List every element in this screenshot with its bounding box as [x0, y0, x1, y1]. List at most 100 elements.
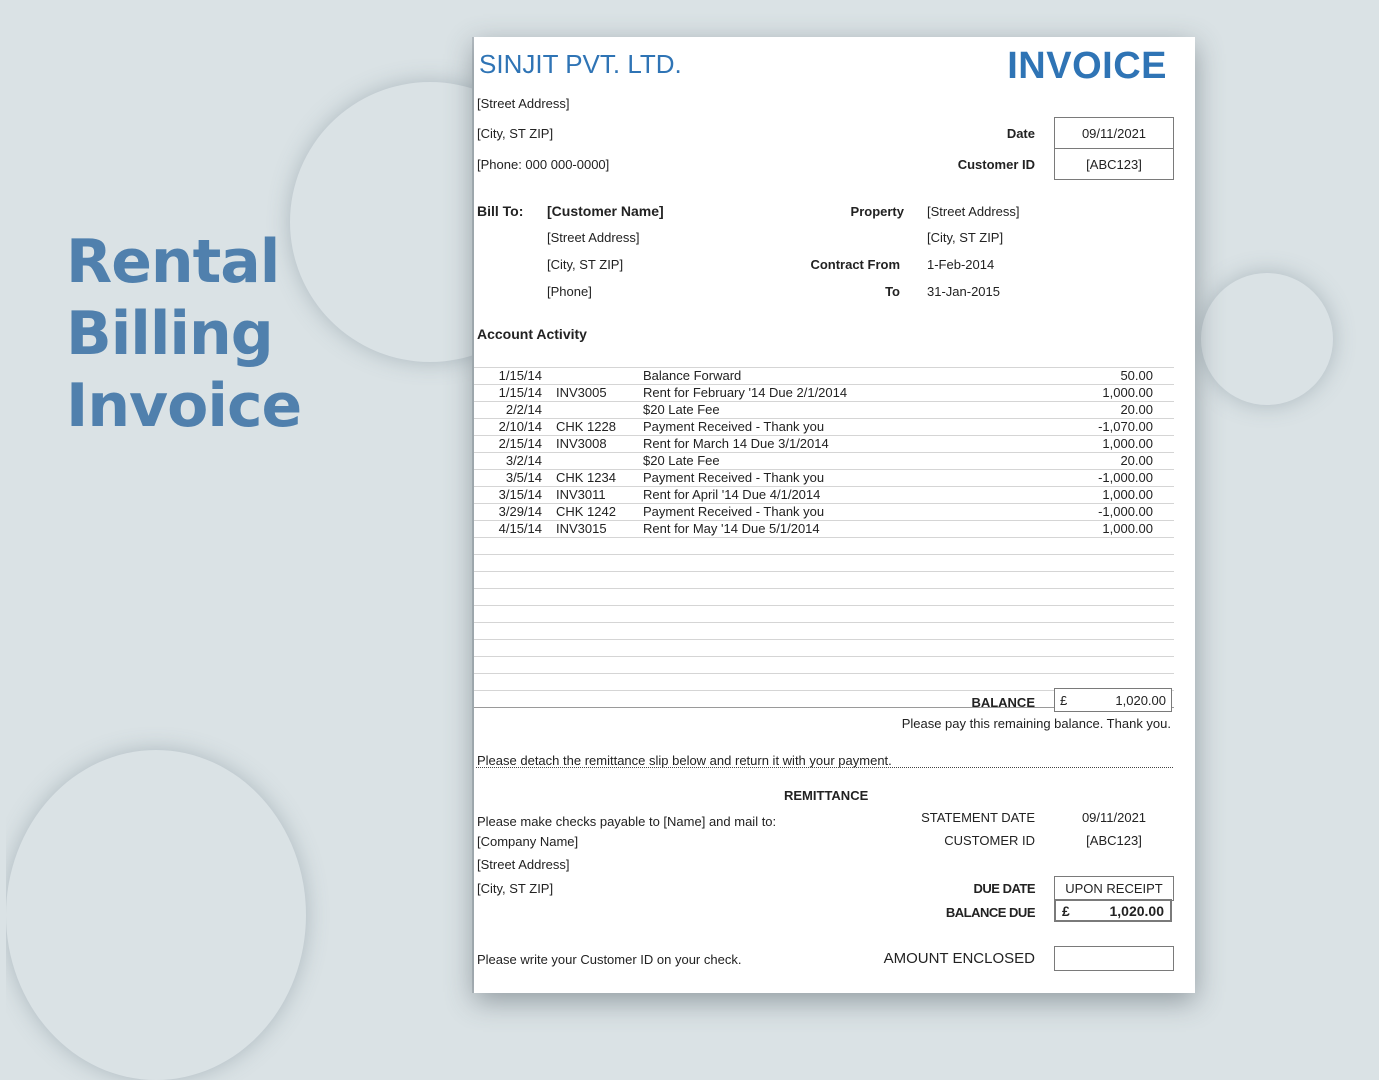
remittance-title: REMITTANCE: [784, 788, 869, 803]
empty-row: [474, 640, 1174, 657]
hero-line: Rental: [66, 227, 280, 297]
contract-to-value: 31-Jan-2015: [927, 284, 1000, 299]
row-date: 2/10/14: [498, 419, 542, 434]
empty-row: [474, 623, 1174, 640]
row-amount: -1,000.00: [1098, 470, 1153, 485]
invoice-title: INVOICE: [1007, 45, 1167, 87]
row-amount: -1,000.00: [1098, 504, 1153, 519]
row-description: Balance Forward: [643, 368, 742, 383]
row-date: 1/15/14: [498, 385, 542, 400]
hero-title: Rental Billing Invoice: [66, 226, 302, 442]
hero-line: Invoice: [66, 371, 302, 441]
bill-to-phone: [Phone]: [547, 284, 592, 299]
table-row: 2/2/14 $20 Late Fee 20.00: [474, 402, 1174, 419]
row-date: 1/15/14: [498, 368, 542, 383]
company-city: [City, ST ZIP]: [477, 126, 554, 141]
table-row: 3/2/14 $20 Late Fee 20.00: [474, 453, 1174, 470]
contract-from-value: 1-Feb-2014: [927, 257, 995, 272]
table-row: 2/10/14 CHK 1228 Payment Received - Than…: [474, 419, 1174, 436]
company-phone: [Phone: 000 000-0000]: [477, 157, 610, 172]
bill-to-label: Bill To:: [477, 203, 524, 219]
empty-row: [474, 589, 1174, 606]
row-amount: 1,000.00: [1102, 487, 1153, 502]
amount-enclosed-field[interactable]: [1054, 946, 1174, 971]
remit-customer-id-label: CUSTOMER ID: [944, 833, 1035, 848]
row-description: Payment Received - Thank you: [643, 504, 825, 519]
invoice-sheet: SINJIT PVT. LTD. INVOICE [Street Address…: [474, 37, 1195, 993]
balance-field: £ 1,020.00: [1054, 688, 1172, 712]
row-description: Rent for March 14 Due 3/1/2014: [643, 436, 829, 451]
detach-note: Please detach the remittance slip below …: [477, 753, 892, 768]
table-row: 2/15/14 INV3008 Rent for March 14 Due 3/…: [474, 436, 1174, 453]
detach-line: [476, 767, 1173, 768]
remit-city: [City, ST ZIP]: [477, 881, 554, 896]
balance-due-label: BALANCE DUE: [945, 905, 1036, 920]
remit-company: [Company Name]: [477, 834, 579, 849]
row-date: 3/2/14: [505, 453, 542, 468]
property-street: [Street Address]: [927, 204, 1020, 219]
background-strip: [0, 740, 6, 1040]
row-amount: 20.00: [1120, 402, 1153, 417]
table-row: 3/29/14 CHK 1242 Payment Received - Than…: [474, 504, 1174, 521]
statement-date-value: 09/11/2021: [1081, 810, 1147, 825]
table-row: 3/15/14 INV3011 Rent for April '14 Due 4…: [474, 487, 1174, 504]
empty-row: [474, 538, 1174, 555]
row-description: $20 Late Fee: [643, 453, 720, 468]
bill-to-street: [Street Address]: [547, 230, 640, 245]
row-amount: 50.00: [1120, 368, 1153, 383]
customer-id-note: Please write your Customer ID on your ch…: [477, 952, 742, 967]
statement-date-label: STATEMENT DATE: [921, 810, 1035, 825]
row-amount: 1,000.00: [1102, 436, 1153, 451]
row-amount: 1,000.00: [1102, 385, 1153, 400]
row-ref: CHK 1228: [556, 419, 616, 434]
date-field[interactable]: 09/11/2021: [1054, 117, 1174, 149]
row-date: 3/29/14: [498, 504, 542, 519]
row-date: 3/5/14: [505, 470, 542, 485]
row-ref: CHK 1242: [556, 504, 616, 519]
due-date-label: DUE DATE: [973, 881, 1036, 896]
row-description: $20 Late Fee: [643, 402, 720, 417]
balance-due-field: £ 1,020.00: [1054, 899, 1172, 922]
row-ref: INV3015: [556, 521, 607, 536]
row-description: Rent for April '14 Due 4/1/2014: [643, 487, 821, 502]
date-label: Date: [1006, 126, 1035, 141]
row-ref: INV3008: [556, 436, 607, 451]
hero-line: Billing: [66, 299, 274, 369]
customer-id-field[interactable]: [ABC123]: [1054, 148, 1174, 180]
row-amount: -1,070.00: [1098, 419, 1153, 434]
bill-to-city: [City, ST ZIP]: [547, 257, 624, 272]
due-date-field: UPON RECEIPT: [1054, 876, 1174, 901]
remit-customer-id-value: [ABC123]: [1086, 833, 1142, 848]
bill-to-name: [Customer Name]: [547, 203, 664, 219]
table-row: 3/5/14 CHK 1234 Payment Received - Thank…: [474, 470, 1174, 487]
payable-note: Please make checks payable to [Name] and…: [477, 814, 777, 829]
row-ref: CHK 1234: [556, 470, 616, 485]
balance-due-value: 1,020.00: [1109, 902, 1165, 919]
contract-from-label: Contract From: [810, 257, 900, 272]
table-row: 1/15/14 INV3005 Rent for February '14 Du…: [474, 385, 1174, 402]
row-ref: INV3005: [556, 385, 607, 400]
decorative-circle: [1201, 273, 1333, 405]
currency-symbol: £: [1062, 902, 1070, 919]
row-date: 4/15/14: [498, 521, 542, 536]
remit-street: [Street Address]: [477, 857, 570, 872]
currency-symbol: £: [1060, 692, 1068, 708]
activity-table: 1/15/14 Balance Forward 50.00 1/15/14 IN…: [474, 367, 1174, 708]
property-city: [City, ST ZIP]: [927, 230, 1004, 245]
balance-note: Please pay this remaining balance. Thank…: [901, 716, 1171, 731]
property-label: Property: [850, 204, 904, 219]
table-row: 1/15/14 Balance Forward 50.00: [474, 367, 1174, 385]
company-street: [Street Address]: [477, 96, 570, 111]
row-description: Payment Received - Thank you: [643, 419, 825, 434]
empty-row: [474, 555, 1174, 572]
row-description: Payment Received - Thank you: [643, 470, 825, 485]
row-amount: 1,000.00: [1102, 521, 1153, 536]
customer-id-label: Customer ID: [957, 157, 1035, 172]
row-description: Rent for February '14 Due 2/1/2014: [643, 385, 848, 400]
account-activity-heading: Account Activity: [477, 326, 587, 342]
company-name: SINJIT PVT. LTD.: [479, 49, 682, 79]
empty-row: [474, 657, 1174, 674]
row-date: 3/15/14: [498, 487, 542, 502]
row-date: 2/2/14: [505, 402, 542, 417]
balance-label: BALANCE: [971, 695, 1035, 710]
